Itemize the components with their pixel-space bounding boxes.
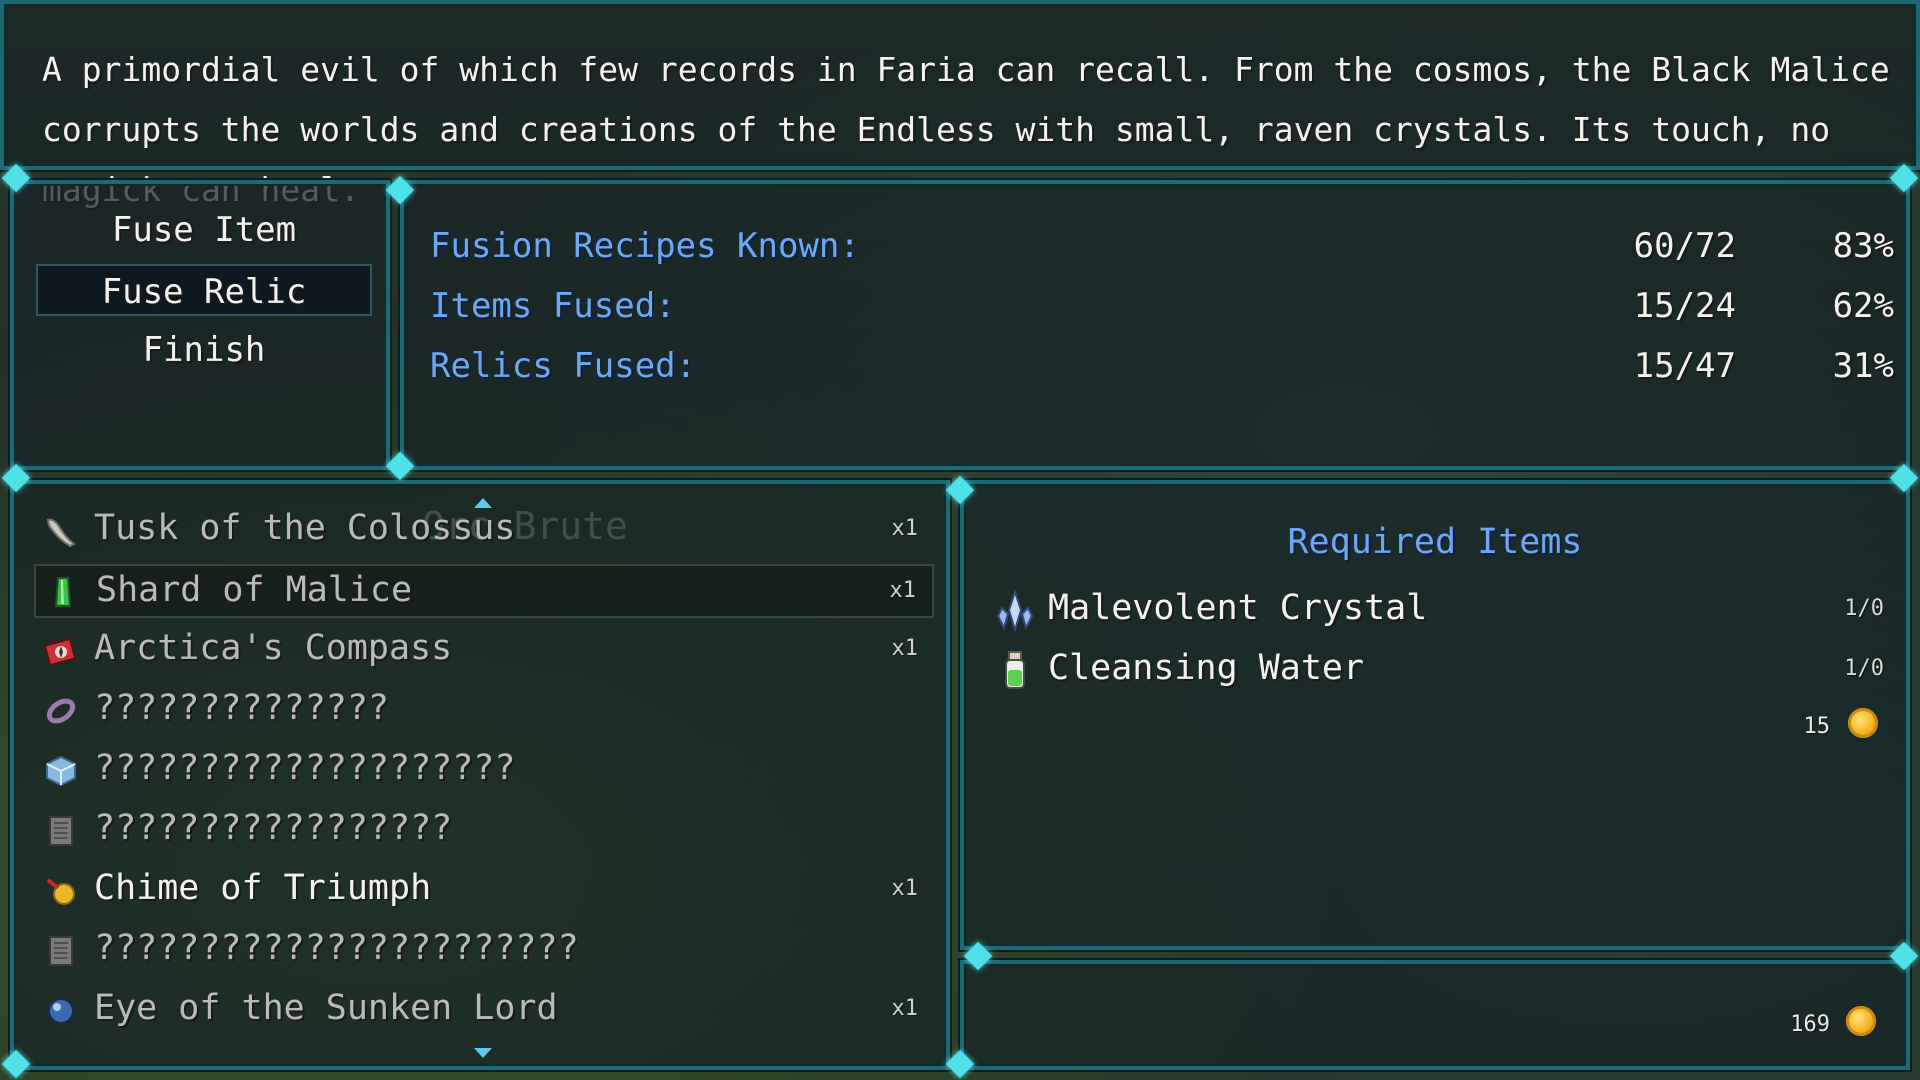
tablet-icon <box>49 936 73 966</box>
required-item-count: 1/0 <box>1844 596 1884 621</box>
stat-label-recipes: Fusion Recipes Known: <box>430 226 860 266</box>
gold-coin-icon <box>1846 1006 1876 1036</box>
item-name: ??????????????????????? <box>94 928 579 968</box>
gold-coin-icon <box>1848 708 1878 738</box>
relic-list-panel: Orc Brute Tusk of the Colossus x1 Shard … <box>10 480 950 1070</box>
tablet-icon <box>49 816 73 846</box>
list-item[interactable]: ?????????????? <box>34 684 934 738</box>
menu-fuse-item[interactable]: Fuse Item <box>36 204 372 256</box>
potion-icon <box>1005 651 1025 689</box>
scroll-down-arrow-icon[interactable] <box>474 1048 492 1058</box>
dark-crystal-icon <box>996 590 1034 632</box>
item-name: Tusk of the Colossus <box>94 508 516 548</box>
item-quantity: x1 <box>891 996 919 1021</box>
stat-label-relics: Relics Fused: <box>430 346 697 386</box>
stat-percent-items: 62% <box>1832 286 1894 326</box>
gold-total-panel: 169 <box>960 960 1910 1070</box>
list-item[interactable]: Arctica's Compass x1 <box>34 624 934 678</box>
stat-percent-recipes: 83% <box>1832 226 1894 266</box>
fusion-menu: Fuse Item Fuse Relic Finish <box>10 180 390 470</box>
item-name: ?????????????? <box>94 688 390 728</box>
menu-fuse-relic[interactable]: Fuse Relic <box>36 264 372 316</box>
item-name: Chime of Triumph <box>94 868 432 908</box>
list-item[interactable]: ????????????????? <box>34 804 934 858</box>
stat-count-recipes: 60/72 <box>1633 226 1736 266</box>
list-item[interactable]: Shard of Malice x1 <box>34 564 934 618</box>
gold-cost: 15 <box>1803 714 1831 739</box>
stat-percent-relics: 31% <box>1832 346 1894 386</box>
description-panel: A primordial evil of which few records i… <box>0 0 1920 209</box>
chime-icon <box>46 878 75 905</box>
item-name: Eye of the Sunken Lord <box>94 988 558 1028</box>
item-quantity: x1 <box>891 876 919 901</box>
tusk-icon <box>46 518 76 548</box>
list-item[interactable]: ??????????????????????? <box>34 924 934 978</box>
required-items-title: Required Items <box>1287 522 1583 562</box>
list-item[interactable]: Chime of Triumph x1 <box>34 864 934 918</box>
list-item[interactable]: Tusk of the Colossus x1 <box>34 504 934 558</box>
stat-count-items: 15/24 <box>1633 286 1736 326</box>
required-item-row: Malevolent Crystal 1/0 <box>994 584 1884 638</box>
item-name: Arctica's Compass <box>94 628 453 668</box>
required-item-row: Cleansing Water 1/0 <box>994 644 1884 698</box>
ice-cube-icon <box>46 755 76 787</box>
ring-icon <box>46 698 76 724</box>
item-name: ???????????????????? <box>94 748 516 788</box>
required-item-count: 1/0 <box>1844 656 1884 681</box>
stat-count-relics: 15/47 <box>1633 346 1736 386</box>
compass-icon <box>44 637 77 667</box>
item-name: Shard of Malice <box>96 570 413 610</box>
stat-label-items: Items Fused: <box>430 286 676 326</box>
gold-total: 169 <box>1790 1012 1830 1037</box>
list-item[interactable]: ???????????????????? <box>34 744 934 798</box>
item-name: ????????????????? <box>94 808 453 848</box>
menu-finish[interactable]: Finish <box>36 324 372 376</box>
required-item-name: Cleansing Water <box>1048 648 1365 688</box>
required-items-panel: Required Items Malevolent Crystal 1/0 Cl… <box>960 480 1910 950</box>
item-quantity: x1 <box>889 578 917 603</box>
fusion-stats-panel: Fusion Recipes Known: 60/72 83% Items Fu… <box>400 180 1910 470</box>
orb-icon <box>48 998 74 1024</box>
required-item-name: Malevolent Crystal <box>1048 588 1428 628</box>
list-item[interactable]: Eye of the Sunken Lord x1 <box>34 984 934 1038</box>
item-quantity: x1 <box>891 636 919 661</box>
item-quantity: x1 <box>891 516 919 541</box>
green-crystal-icon <box>54 577 72 607</box>
